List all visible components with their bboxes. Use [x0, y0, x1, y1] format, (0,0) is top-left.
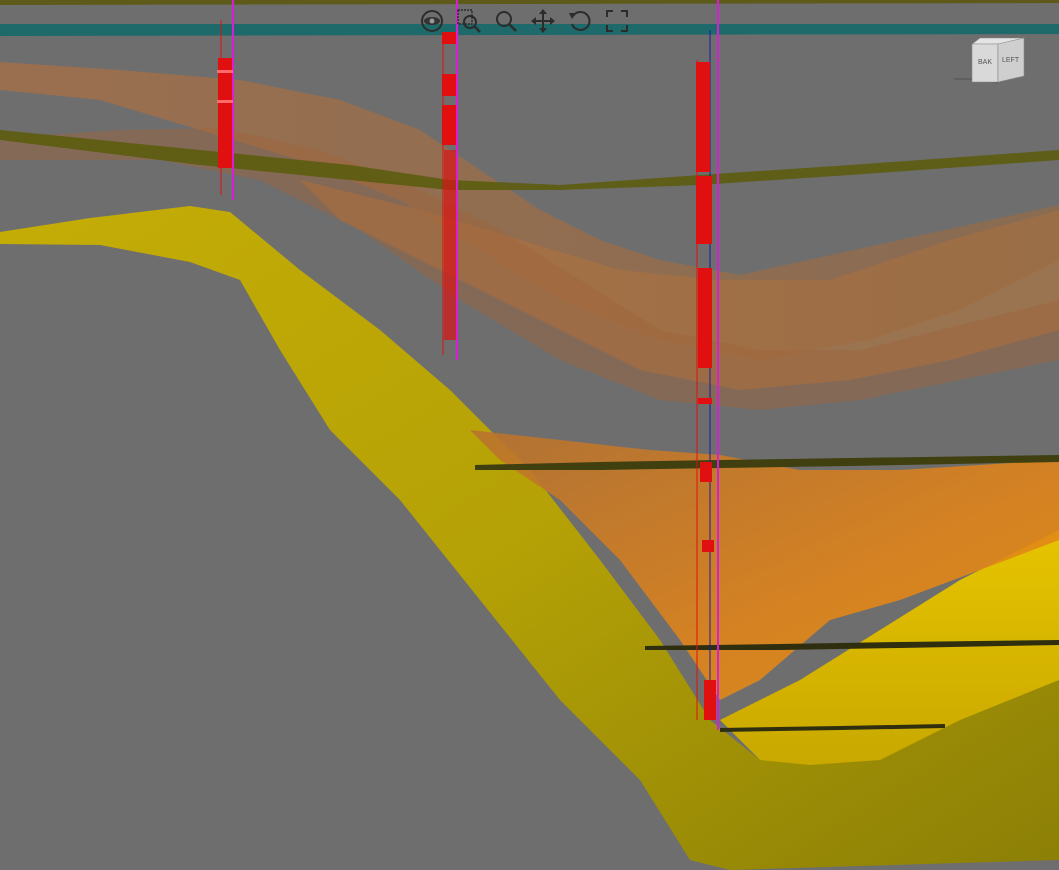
zoom-tool-button[interactable]: [490, 6, 521, 37]
well-2[interactable]: [442, 0, 458, 360]
expand-arrows-icon: [605, 10, 628, 32]
navcube-front-label: BAK: [978, 59, 992, 66]
3d-viewport[interactable]: BAK LEFT: [0, 0, 1059, 870]
navcube-left-label: LEFT: [1002, 57, 1020, 64]
rotate-icon: [568, 11, 590, 31]
view-toolbar: [416, 4, 632, 38]
fit-all-tool-button[interactable]: [601, 6, 632, 37]
pan-arrows-icon: [530, 9, 555, 33]
zoom-window-tool-button[interactable]: [453, 6, 484, 37]
magnifier-icon: [495, 11, 517, 32]
rotate-tool-button[interactable]: [564, 6, 595, 37]
orbit-tool-button[interactable]: [416, 6, 447, 37]
navigation-cube[interactable]: BAK LEFT: [950, 30, 1050, 92]
eye-icon: [420, 10, 443, 32]
pan-tool-button[interactable]: [527, 6, 558, 37]
geological-scene[interactable]: [0, 0, 1059, 870]
zoom-window-icon: [456, 9, 481, 33]
